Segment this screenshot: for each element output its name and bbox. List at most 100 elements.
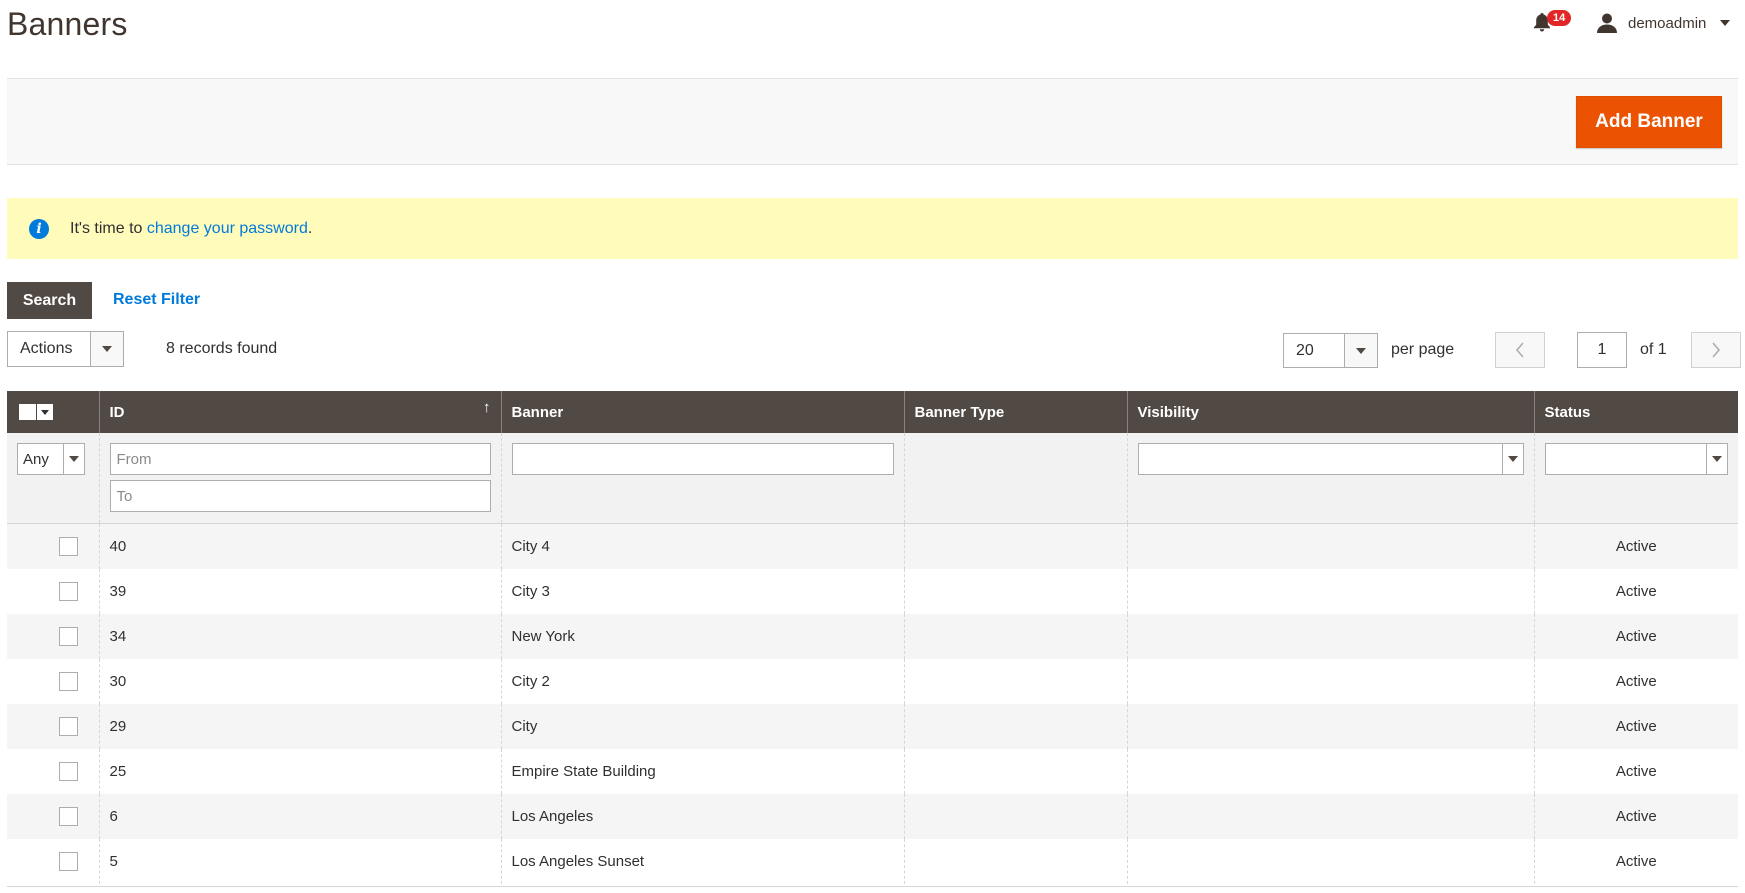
table-row[interactable]: 40 City 4 Active: [7, 523, 1738, 569]
column-header-status[interactable]: Status: [1533, 391, 1738, 433]
banner-type-cell: [903, 793, 1127, 839]
chevron-down-icon: [1706, 444, 1727, 474]
chevron-down-icon: [1501, 444, 1523, 474]
row-checkbox[interactable]: [59, 716, 78, 736]
id-cell: 5: [98, 838, 501, 884]
id-cell: 34: [98, 613, 501, 659]
mass-select-header[interactable]: [7, 391, 99, 433]
filter-cell-banner: [500, 433, 904, 524]
row-checkbox[interactable]: [59, 626, 78, 646]
select-all-box[interactable]: [19, 404, 36, 420]
add-banner-button[interactable]: Add Banner: [1576, 96, 1722, 148]
row-select-cell: [7, 793, 99, 839]
column-header-label: Visibility: [1137, 403, 1199, 421]
row-select-cell: [7, 703, 99, 749]
row-select-cell: [7, 838, 99, 884]
column-header-id[interactable]: ID ↑: [98, 391, 501, 433]
total-pages-label: of 1: [1640, 341, 1667, 358]
user-menu[interactable]: demoadmin: [1596, 12, 1731, 34]
id-cell: 25: [98, 748, 501, 794]
page-title: Banners: [7, 6, 128, 42]
message-text: It's time to change your password.: [70, 220, 312, 238]
reset-filter-link[interactable]: Reset Filter: [113, 291, 200, 309]
row-checkbox[interactable]: [59, 671, 78, 691]
user-icon: [1597, 13, 1617, 33]
filter-cell-visibility: [1126, 433, 1534, 524]
per-page-label: per page: [1391, 341, 1455, 358]
table-row[interactable]: 29 City Active: [7, 703, 1738, 749]
table-row[interactable]: 34 New York Active: [7, 613, 1738, 659]
change-password-link[interactable]: change your password: [147, 220, 308, 237]
table-row[interactable]: 30 City 2 Active: [7, 658, 1738, 704]
banner-type-cell: [903, 568, 1127, 614]
chevron-down-icon[interactable]: [37, 404, 53, 420]
column-header-label: Status: [1544, 403, 1591, 421]
chevron-down-icon: [1344, 334, 1377, 367]
id-cell: 30: [98, 658, 501, 704]
status-cell: Active: [1533, 748, 1738, 794]
id-from-input[interactable]: From: [109, 443, 491, 475]
filter-cell-banner-type: [903, 433, 1127, 524]
records-count: 8 records found: [166, 340, 278, 357]
user-name: demoadmin: [1628, 14, 1707, 32]
notification-count-badge[interactable]: 14: [1547, 10, 1572, 26]
status-filter-select[interactable]: [1544, 443, 1728, 475]
banner-cell: City 2: [500, 658, 904, 704]
system-message: i It's time to change your password.: [7, 198, 1738, 259]
search-button[interactable]: Search: [7, 282, 92, 319]
row-checkbox[interactable]: [59, 581, 78, 601]
id-to-input[interactable]: To: [109, 480, 491, 512]
next-page-button[interactable]: [1691, 332, 1741, 368]
current-page-input[interactable]: [1577, 332, 1627, 368]
row-checkbox[interactable]: [59, 851, 78, 871]
per-page-select[interactable]: 20: [1283, 333, 1378, 368]
banner-type-cell: [903, 523, 1127, 569]
status-cell: Active: [1533, 613, 1738, 659]
filter-cell-status: [1533, 433, 1738, 524]
mass-actions-select[interactable]: Actions: [7, 331, 124, 367]
visibility-cell: [1126, 613, 1534, 659]
banners-grid: ID ↑ Banner Banner Type Visibility Status…: [7, 391, 1738, 884]
visibility-cell: [1126, 658, 1534, 704]
banner-cell: Empire State Building: [500, 748, 904, 794]
banner-type-cell: [903, 613, 1127, 659]
previous-page-button[interactable]: [1495, 332, 1545, 368]
grid-header-row: ID ↑ Banner Banner Type Visibility Status: [7, 391, 1738, 433]
banner-type-cell: [903, 703, 1127, 749]
column-header-banner-type[interactable]: Banner Type: [903, 391, 1127, 433]
chevron-down-icon: [1720, 20, 1731, 26]
id-cell: 6: [98, 793, 501, 839]
status-cell: Active: [1533, 793, 1738, 839]
visibility-cell: [1126, 703, 1534, 749]
banner-type-cell: [903, 838, 1127, 884]
column-header-label: ID: [109, 403, 125, 421]
row-select-cell: [7, 523, 99, 569]
arrow-up-icon: ↑: [483, 399, 491, 416]
mass-select-checkbox[interactable]: [19, 404, 89, 420]
table-row[interactable]: 39 City 3 Active: [7, 568, 1738, 614]
filter-cell-id: From To: [98, 433, 501, 524]
mass-filter-any-select[interactable]: Any: [17, 443, 85, 475]
row-checkbox[interactable]: [59, 806, 78, 826]
visibility-cell: [1126, 838, 1534, 884]
visibility-filter-select[interactable]: [1137, 443, 1524, 475]
row-select-cell: [7, 658, 99, 704]
status-cell: Active: [1533, 523, 1738, 569]
row-checkbox[interactable]: [59, 536, 78, 556]
page-actions-bar: Add Banner: [7, 78, 1738, 165]
info-icon: i: [29, 218, 49, 239]
table-row[interactable]: 6 Los Angeles Active: [7, 793, 1738, 839]
status-cell: Active: [1533, 658, 1738, 704]
status-cell: Active: [1533, 568, 1738, 614]
column-header-label: Banner: [511, 403, 564, 421]
column-header-banner[interactable]: Banner: [500, 391, 904, 433]
table-row[interactable]: 5 Los Angeles Sunset Active: [7, 838, 1738, 884]
id-cell: 29: [98, 703, 501, 749]
visibility-cell: [1126, 523, 1534, 569]
row-checkbox[interactable]: [59, 761, 78, 781]
table-row[interactable]: 25 Empire State Building Active: [7, 748, 1738, 794]
column-header-visibility[interactable]: Visibility: [1126, 391, 1534, 433]
id-cell: 40: [98, 523, 501, 569]
chevron-down-icon: [63, 444, 84, 474]
banner-filter-input[interactable]: [511, 443, 894, 475]
